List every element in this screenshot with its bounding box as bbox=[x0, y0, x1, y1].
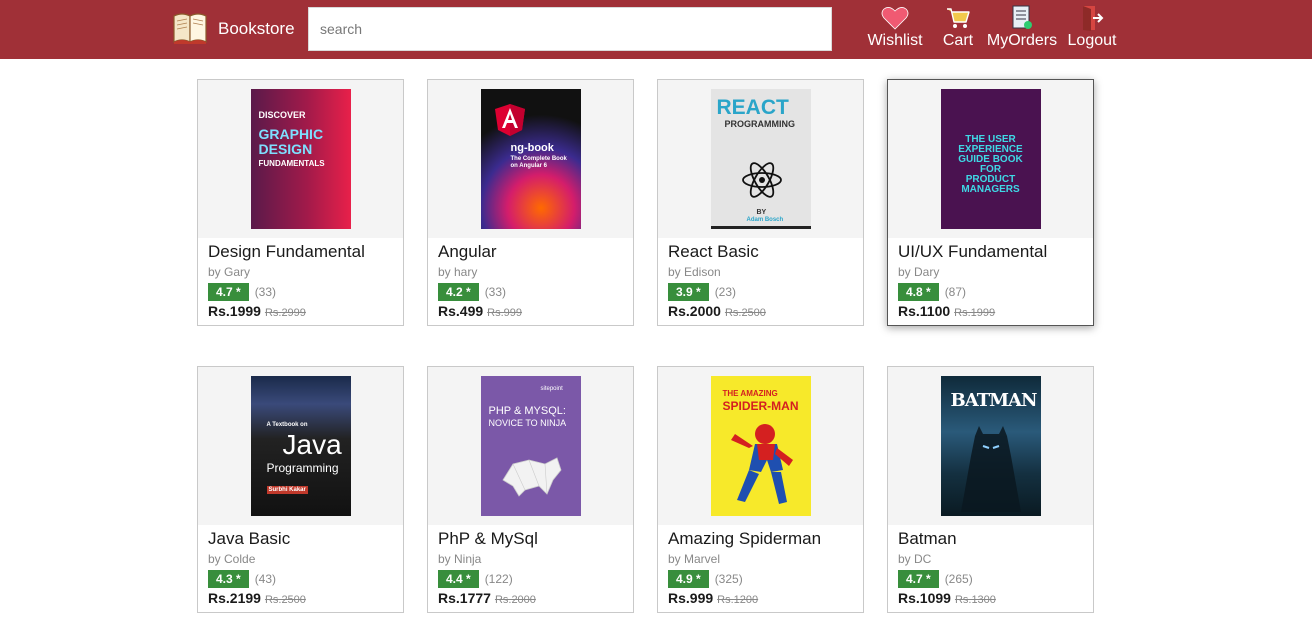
nav-myorders[interactable]: MyOrders bbox=[986, 5, 1058, 53]
book-card[interactable]: A Textbook on Java Programming Surbhi Ka… bbox=[197, 366, 404, 613]
review-count: (33) bbox=[484, 285, 507, 299]
rating-badge: 4.7 * bbox=[898, 570, 939, 588]
nav-cart[interactable]: Cart bbox=[940, 5, 976, 53]
book-original-price: Rs.2000 bbox=[494, 594, 536, 606]
book-title: UI/UX Fundamental bbox=[898, 242, 1048, 261]
heart-icon bbox=[881, 5, 909, 31]
review-count: (265) bbox=[944, 572, 973, 586]
review-count: (122) bbox=[484, 572, 513, 586]
rating-badge: 4.9 * bbox=[668, 570, 709, 588]
book-image-area: ng-book The Complete Book on Angular 6 bbox=[428, 80, 633, 238]
book-image-area: A Textbook on Java Programming Surbhi Ka… bbox=[198, 367, 403, 525]
review-count: (87) bbox=[944, 285, 967, 299]
book-card[interactable]: THE AMAZING SPIDER-MAN Amazing Spiderman… bbox=[657, 366, 864, 613]
book-price: Rs.2199 bbox=[208, 590, 261, 606]
book-original-price: Rs.2999 bbox=[264, 307, 306, 319]
book-title: React Basic bbox=[668, 242, 759, 261]
rating-badge: 3.9 * bbox=[668, 283, 709, 301]
book-cover-image: THE USER EXPERIENCE GUIDE BOOK FOR PRODU… bbox=[940, 89, 1041, 229]
book-original-price: Rs.1200 bbox=[717, 594, 759, 606]
brand-name: Bookstore bbox=[218, 19, 295, 38]
book-author: by Ninja bbox=[438, 552, 482, 566]
book-card[interactable]: THE USER EXPERIENCE GUIDE BOOK FOR PRODU… bbox=[887, 79, 1094, 326]
book-author: by DC bbox=[898, 552, 932, 566]
book-image-area: BATMAN bbox=[888, 367, 1093, 525]
book-cover-image: BATMAN bbox=[940, 376, 1041, 516]
book-card[interactable]: ng-book The Complete Book on Angular 6 A… bbox=[427, 79, 634, 326]
book-title: Amazing Spiderman bbox=[668, 529, 822, 548]
brand-logo-link[interactable]: Bookstore bbox=[172, 10, 295, 48]
book-title: Java Basic bbox=[208, 529, 291, 548]
book-original-price: Rs.1300 bbox=[954, 594, 996, 606]
book-image-area: THE USER EXPERIENCE GUIDE BOOK FOR PRODU… bbox=[888, 80, 1093, 238]
book-cover-image: THE AMAZING SPIDER-MAN bbox=[710, 376, 811, 516]
book-original-price: Rs.2500 bbox=[264, 594, 306, 606]
batman-figure-icon bbox=[960, 426, 1021, 512]
book-logo-icon bbox=[172, 10, 208, 49]
cart-icon bbox=[944, 5, 972, 31]
book-author: by Gary bbox=[208, 265, 251, 279]
book-image-area: DISCOVER GRAPHIC DESIGN FUNDAMENTALS bbox=[198, 80, 403, 238]
search-input[interactable] bbox=[309, 8, 831, 50]
book-price: Rs.999 bbox=[668, 590, 714, 606]
nav-cart-label: Cart bbox=[942, 32, 974, 49]
book-cover-image: DISCOVER GRAPHIC DESIGN FUNDAMENTALS bbox=[250, 89, 351, 229]
book-card[interactable]: BATMAN Batman by DC 4.7 * (265) Rs.1099 … bbox=[887, 366, 1094, 613]
book-title: Batman bbox=[898, 529, 957, 548]
review-count: (325) bbox=[714, 572, 743, 586]
book-cover-image: REACT PROGRAMMING BY Adam Bosch bbox=[710, 89, 811, 229]
book-price: Rs.1777 bbox=[438, 590, 491, 606]
book-original-price: Rs.2500 bbox=[724, 307, 766, 319]
nav-myorders-label: MyOrders bbox=[986, 32, 1058, 49]
book-author: by hary bbox=[438, 265, 478, 279]
book-title: Design Fundamental bbox=[208, 242, 365, 261]
angular-logo-icon bbox=[494, 104, 525, 136]
book-price: Rs.1100 bbox=[898, 303, 951, 319]
rating-badge: 4.4 * bbox=[438, 570, 479, 588]
logout-icon bbox=[1078, 5, 1106, 31]
book-price: Rs.499 bbox=[438, 303, 484, 319]
book-author: by Marvel bbox=[668, 552, 721, 566]
origami-rhino-icon bbox=[501, 457, 561, 497]
nav-logout[interactable]: Logout bbox=[1066, 5, 1118, 53]
rating-badge: 4.2 * bbox=[438, 283, 479, 301]
book-price: Rs.2000 bbox=[668, 303, 721, 319]
book-author: by Edison bbox=[668, 265, 721, 279]
book-original-price: Rs.1999 bbox=[954, 307, 996, 319]
review-count: (43) bbox=[254, 572, 277, 586]
orders-icon bbox=[1008, 5, 1036, 31]
book-card[interactable]: sitepoint PHP & MYSQL: NOVICE TO NINJA P… bbox=[427, 366, 634, 613]
nav-logout-label: Logout bbox=[1067, 32, 1117, 49]
book-cover-image: A Textbook on Java Programming Surbhi Ka… bbox=[250, 376, 351, 516]
book-card[interactable]: DISCOVER GRAPHIC DESIGN FUNDAMENTALS Des… bbox=[197, 79, 404, 326]
search-box[interactable] bbox=[308, 7, 832, 51]
rating-badge: 4.3 * bbox=[208, 570, 249, 588]
book-price: Rs.1999 bbox=[208, 303, 261, 319]
review-count: (23) bbox=[714, 285, 737, 299]
rating-badge: 4.7 * bbox=[208, 283, 249, 301]
book-author: by Dary bbox=[898, 265, 940, 279]
spiderman-figure-icon bbox=[730, 424, 793, 504]
book-price: Rs.1099 bbox=[898, 590, 951, 606]
app-header: Bookstore Wishlist Cart MyO bbox=[0, 0, 1312, 59]
book-card[interactable]: REACT PROGRAMMING BY Adam Bosch React Ba… bbox=[657, 79, 864, 326]
book-image-area: sitepoint PHP & MYSQL: NOVICE TO NINJA bbox=[428, 367, 633, 525]
book-author: by Colde bbox=[208, 552, 256, 566]
book-cover-image: sitepoint PHP & MYSQL: NOVICE TO NINJA bbox=[480, 376, 581, 516]
book-original-price: Rs.999 bbox=[487, 307, 523, 319]
review-count: (33) bbox=[254, 285, 277, 299]
book-image-area: REACT PROGRAMMING BY Adam Bosch bbox=[658, 80, 863, 238]
book-image-area: THE AMAZING SPIDER-MAN bbox=[658, 367, 863, 525]
rating-badge: 4.8 * bbox=[898, 283, 939, 301]
atom-icon bbox=[741, 162, 782, 198]
book-cover-image: ng-book The Complete Book on Angular 6 bbox=[480, 89, 581, 229]
nav-wishlist[interactable]: Wishlist bbox=[866, 5, 924, 53]
book-title: PhP & MySql bbox=[438, 529, 538, 548]
nav-wishlist-label: Wishlist bbox=[867, 32, 923, 49]
book-title: Angular bbox=[438, 242, 497, 261]
